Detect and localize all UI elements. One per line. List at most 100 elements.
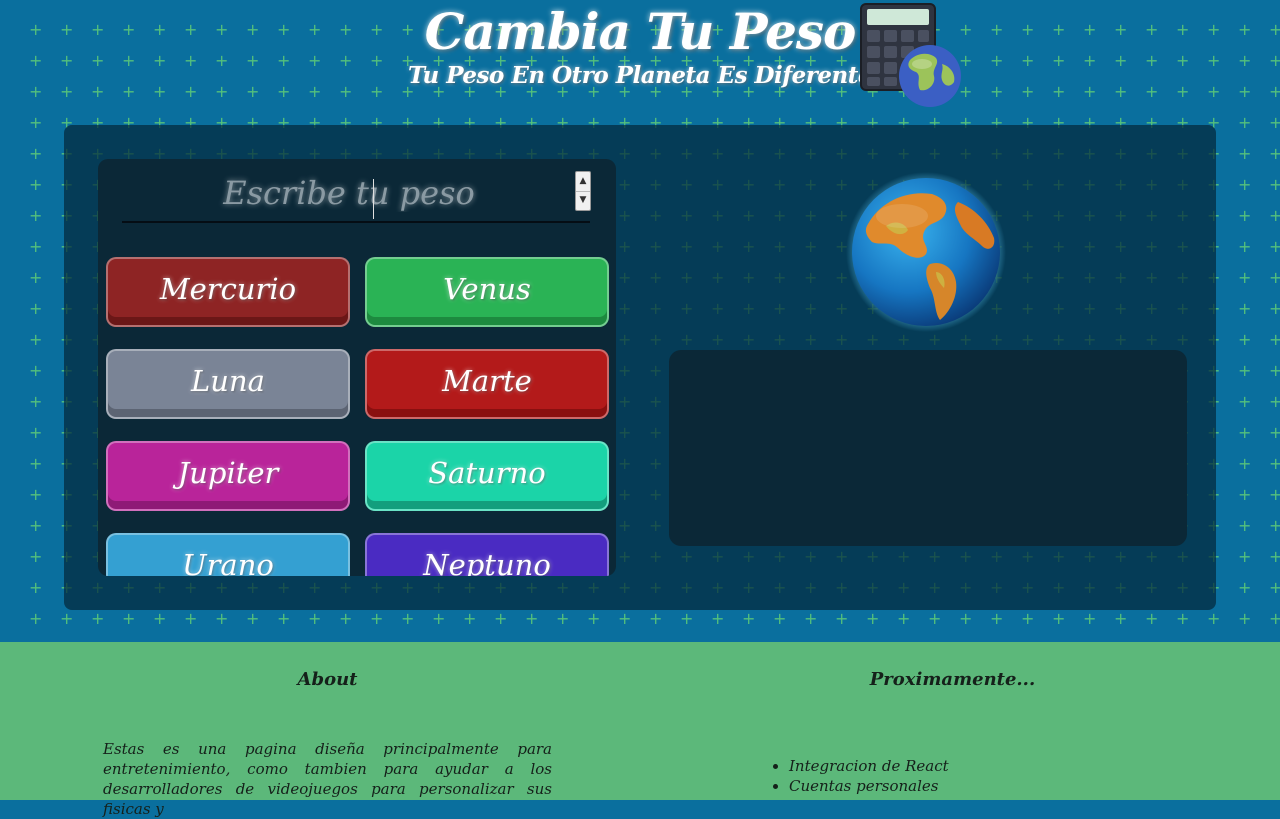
- plus-pattern-icon: +: [835, 609, 849, 628]
- plus-pattern-icon: +: [1269, 144, 1280, 163]
- planet-button-venus[interactable]: Venus: [365, 257, 609, 327]
- about-text: Estas es una pagina diseña principalment…: [103, 740, 552, 818]
- plus-pattern-icon: +: [711, 609, 725, 628]
- plus-pattern-icon: +: [649, 609, 663, 628]
- plus-pattern-icon: +: [866, 609, 880, 628]
- plus-pattern-icon: +: [29, 423, 43, 442]
- plus-pattern-icon: +: [29, 516, 43, 535]
- plus-pattern-icon: +: [1238, 361, 1252, 380]
- list-item: Cuentas personales: [789, 776, 949, 796]
- planet-button-mercurio[interactable]: Mercurio: [106, 257, 350, 327]
- plus-pattern-icon: +: [277, 609, 291, 628]
- plus-pattern-icon: +: [556, 609, 570, 628]
- plus-pattern-icon: +: [29, 144, 43, 163]
- planet-button-urano[interactable]: Urano: [106, 533, 350, 576]
- plus-pattern-icon: +: [1269, 175, 1280, 194]
- list-item: Integracion de React: [789, 756, 949, 776]
- plus-pattern-icon: +: [60, 609, 74, 628]
- planet-button-luna[interactable]: Luna: [106, 349, 350, 419]
- plus-pattern-icon: +: [29, 299, 43, 318]
- weight-input-wrapper: ▲ ▼: [122, 167, 591, 223]
- plus-pattern-icon: +: [1269, 609, 1280, 628]
- plus-pattern-icon: +: [29, 547, 43, 566]
- header: Cambia Tu Peso Tu Peso En Otro Planeta E…: [0, 0, 1280, 115]
- plus-pattern-icon: +: [1269, 392, 1280, 411]
- plus-pattern-icon: +: [1176, 609, 1190, 628]
- plus-pattern-icon: +: [1269, 516, 1280, 535]
- plus-pattern-icon: +: [1238, 268, 1252, 287]
- plus-pattern-icon: +: [29, 268, 43, 287]
- plus-pattern-icon: +: [29, 392, 43, 411]
- plus-pattern-icon: +: [1269, 361, 1280, 380]
- plus-pattern-icon: +: [773, 609, 787, 628]
- plus-pattern-icon: +: [29, 237, 43, 256]
- plus-pattern-icon: +: [1269, 113, 1280, 132]
- plus-pattern-icon: +: [29, 578, 43, 597]
- plus-pattern-icon: +: [1114, 609, 1128, 628]
- planet-button-jupiter[interactable]: Jupiter: [106, 441, 350, 511]
- plus-pattern-icon: +: [897, 609, 911, 628]
- planet-button-saturno[interactable]: Saturno: [365, 441, 609, 511]
- plus-pattern-icon: +: [1238, 454, 1252, 473]
- plus-pattern-icon: +: [1238, 330, 1252, 349]
- coming-soon-heading: Proximamente...: [869, 669, 1036, 690]
- plus-pattern-icon: +: [1083, 609, 1097, 628]
- weight-input[interactable]: [122, 167, 576, 219]
- plus-pattern-icon: +: [1207, 609, 1221, 628]
- calculator-globe-icon: [860, 3, 961, 107]
- spin-up-arrow-icon[interactable]: ▲: [576, 172, 590, 192]
- plus-pattern-icon: +: [1145, 609, 1159, 628]
- plus-pattern-icon: +: [29, 330, 43, 349]
- plus-pattern-icon: +: [29, 609, 43, 628]
- plus-pattern-icon: +: [928, 609, 942, 628]
- plus-pattern-icon: +: [463, 609, 477, 628]
- plus-pattern-icon: +: [1238, 578, 1252, 597]
- plus-pattern-icon: +: [29, 206, 43, 225]
- plus-pattern-icon: +: [1238, 299, 1252, 318]
- plus-pattern-icon: +: [1238, 392, 1252, 411]
- plus-pattern-icon: +: [1269, 299, 1280, 318]
- plus-pattern-icon: +: [990, 609, 1004, 628]
- plus-pattern-icon: +: [804, 609, 818, 628]
- plus-pattern-icon: +: [370, 609, 384, 628]
- plus-pattern-icon: +: [1238, 516, 1252, 535]
- spin-down-arrow-icon[interactable]: ▼: [576, 191, 590, 210]
- planet-button-neptuno[interactable]: Neptuno: [365, 533, 609, 576]
- plus-pattern-icon: +: [29, 361, 43, 380]
- page-subtitle: Tu Peso En Otro Planeta Es Diferente: [408, 62, 872, 89]
- plus-pattern-icon: +: [1238, 175, 1252, 194]
- plus-pattern-icon: +: [1269, 423, 1280, 442]
- plus-pattern-icon: +: [618, 609, 632, 628]
- plus-pattern-icon: +: [494, 609, 508, 628]
- plus-pattern-icon: +: [1238, 144, 1252, 163]
- plus-pattern-icon: +: [91, 609, 105, 628]
- plus-pattern-icon: +: [215, 609, 229, 628]
- plus-pattern-icon: +: [1238, 113, 1252, 132]
- plus-pattern-icon: +: [1021, 609, 1035, 628]
- plus-pattern-icon: +: [742, 609, 756, 628]
- plus-pattern-icon: +: [525, 609, 539, 628]
- plus-pattern-icon: +: [1238, 423, 1252, 442]
- earth-globe-icon: [846, 172, 1006, 332]
- plus-pattern-icon: +: [153, 609, 167, 628]
- plus-pattern-icon: +: [1269, 330, 1280, 349]
- planet-button-marte[interactable]: Marte: [365, 349, 609, 419]
- result-panel: [669, 350, 1187, 546]
- plus-pattern-icon: +: [1269, 268, 1280, 287]
- number-spinner[interactable]: ▲ ▼: [575, 171, 591, 211]
- plus-pattern-icon: +: [587, 609, 601, 628]
- weight-form-card: ▲ ▼ Mercurio Venus Luna Marte Jupiter Sa…: [98, 159, 616, 576]
- plus-pattern-icon: +: [29, 485, 43, 504]
- plus-pattern-icon: +: [339, 609, 353, 628]
- plus-pattern-icon: +: [1269, 485, 1280, 504]
- plus-pattern-icon: +: [959, 609, 973, 628]
- plus-pattern-icon: +: [1269, 237, 1280, 256]
- plus-pattern-icon: +: [1052, 609, 1066, 628]
- about-heading: About: [297, 669, 358, 690]
- plus-pattern-icon: +: [401, 609, 415, 628]
- plus-pattern-icon: +: [29, 113, 43, 132]
- plus-pattern-icon: +: [1269, 454, 1280, 473]
- plus-pattern-icon: +: [29, 454, 43, 473]
- plus-pattern-icon: +: [1238, 485, 1252, 504]
- text-caret: [373, 179, 374, 219]
